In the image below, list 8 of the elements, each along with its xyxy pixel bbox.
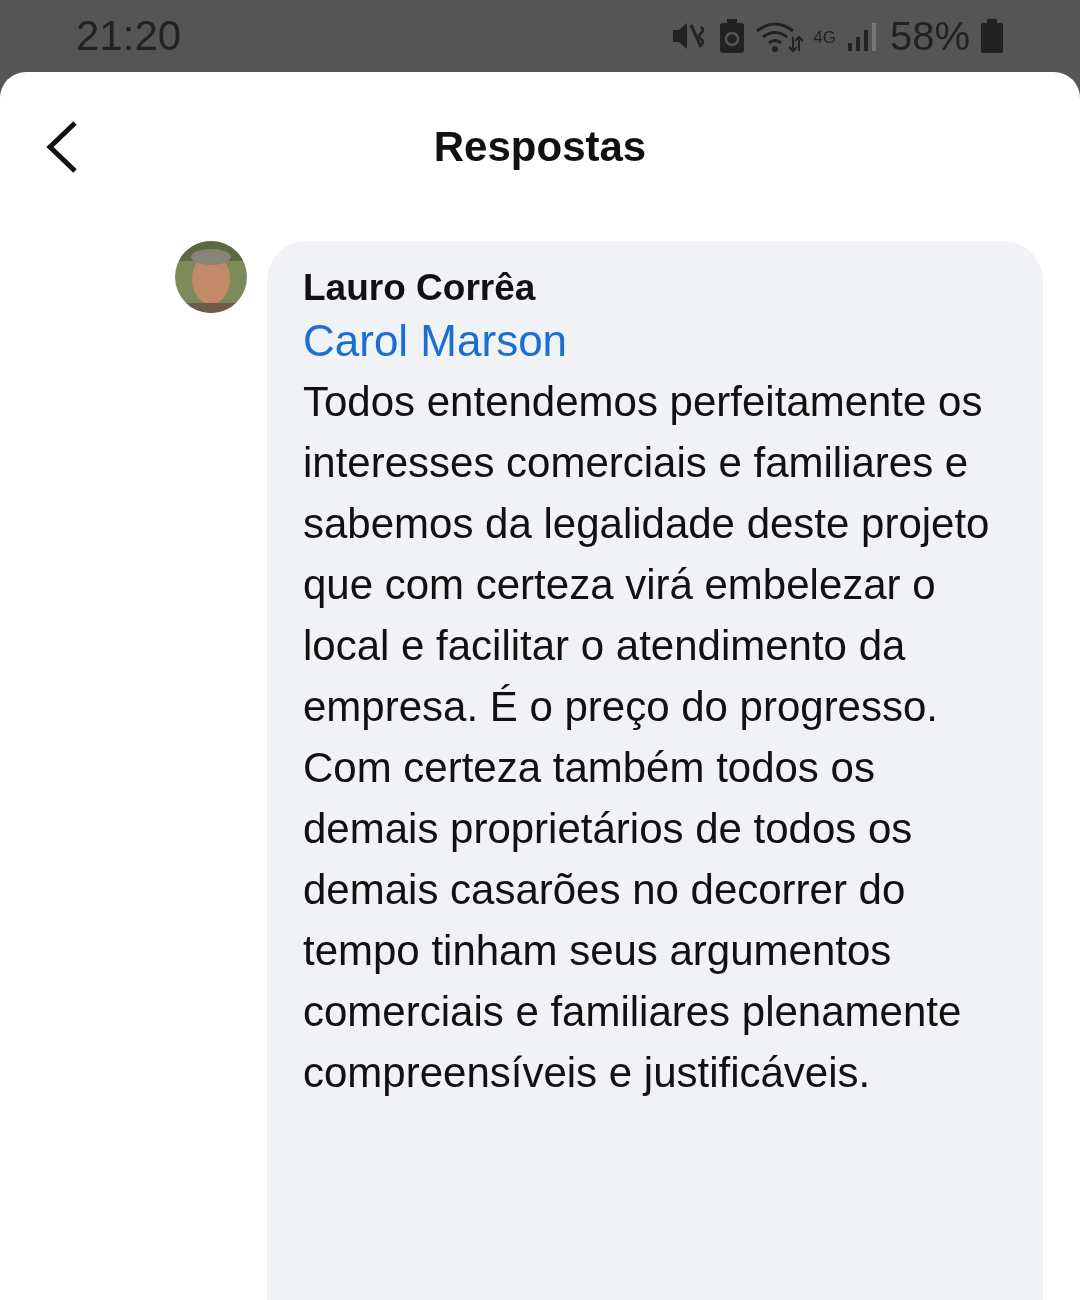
author-name[interactable]: Lauro Corrêa [303,265,536,311]
mention-link[interactable]: Carol Marson [303,311,568,371]
back-icon[interactable] [45,120,79,174]
comment-text: Todos entendemos perfeitamente os interesses comerciais e familiares e sabemos da legalidade deste projeto que com certeza virá embelezar o local e facilitar o atendimento da empresa. É o preço do progresso. [303,377,991,732]
comment-text: Com certeza também todos os demais proprietários de todos os demais casarões no decorrer do tempo tinham seus argumentos comerciais e familiares plenamente compreensíveis e justificáveis. [303,743,963,1098]
battery-icon [980,19,1004,53]
battery-saver-icon [719,19,746,53]
page-title: Respostas [433,123,647,171]
